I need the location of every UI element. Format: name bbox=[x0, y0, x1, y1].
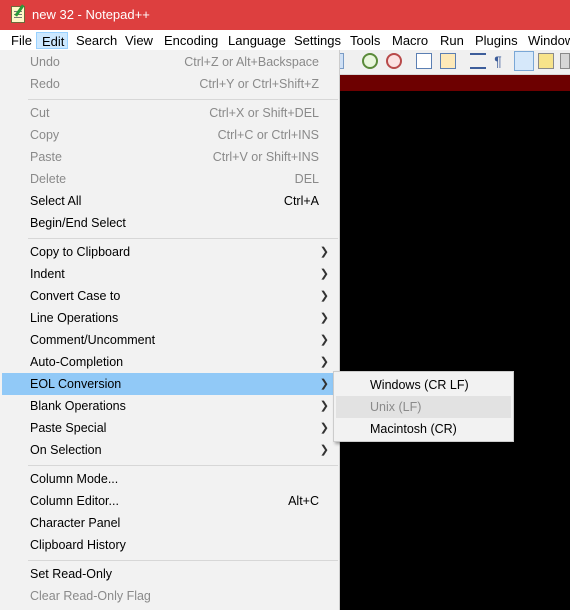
menu-language[interactable]: Language bbox=[228, 32, 286, 49]
chevron-right-icon: ❯ bbox=[319, 290, 329, 302]
document-map-icon[interactable] bbox=[538, 53, 554, 69]
menu-item-copy[interactable]: Copy Ctrl+C or Ctrl+INS bbox=[2, 124, 338, 146]
menu-view[interactable]: View bbox=[125, 32, 153, 49]
menu-item-convert-case[interactable]: Convert Case to ❯ bbox=[2, 285, 338, 307]
eol-conversion-submenu: Windows (CR LF) Unix (LF) Macintosh (CR) bbox=[333, 371, 514, 442]
menu-item-cut[interactable]: Cut Ctrl+X or Shift+DEL bbox=[2, 102, 338, 124]
chevron-right-icon: ❯ bbox=[319, 312, 329, 324]
chevron-right-icon: ❯ bbox=[319, 444, 329, 456]
tab-strip[interactable] bbox=[340, 75, 570, 91]
menu-item-clear-read-only-flag[interactable]: Clear Read-Only Flag bbox=[2, 585, 338, 607]
function-list-icon[interactable] bbox=[560, 53, 570, 69]
toolbar: ¶ bbox=[330, 50, 570, 75]
indent-guide-icon[interactable] bbox=[514, 51, 534, 71]
menu-item-indent[interactable]: Indent ❯ bbox=[2, 263, 338, 285]
menu-window[interactable]: Window bbox=[528, 32, 570, 49]
menu-file[interactable]: File bbox=[4, 32, 32, 49]
chevron-right-icon: ❯ bbox=[319, 422, 329, 434]
zoom-out-icon[interactable] bbox=[386, 53, 402, 69]
chevron-right-icon: ❯ bbox=[319, 268, 329, 280]
chevron-right-icon: ❯ bbox=[319, 356, 329, 368]
menu-item-copy-to-clipboard[interactable]: Copy to Clipboard ❯ bbox=[2, 241, 338, 263]
submenu-item-macintosh-cr[interactable]: Macintosh (CR) bbox=[336, 418, 511, 440]
zoom-in-icon[interactable] bbox=[362, 53, 378, 69]
word-wrap-icon[interactable] bbox=[470, 53, 486, 69]
menu-bar: File Edit Search View Encoding Language … bbox=[0, 30, 570, 50]
menu-item-auto-completion[interactable]: Auto-Completion ❯ bbox=[2, 351, 338, 373]
chevron-right-icon: ❯ bbox=[319, 334, 329, 346]
chevron-right-icon: ❯ bbox=[319, 400, 329, 412]
menu-run[interactable]: Run bbox=[440, 32, 464, 49]
menu-item-blank-operations[interactable]: Blank Operations ❯ bbox=[2, 395, 338, 417]
menu-separator bbox=[28, 99, 338, 100]
show-all-characters-icon[interactable]: ¶ bbox=[492, 53, 504, 69]
menu-separator bbox=[28, 238, 338, 239]
menu-separator bbox=[28, 465, 338, 466]
editor-area[interactable] bbox=[340, 91, 570, 610]
menu-item-redo[interactable]: Redo Ctrl+Y or Ctrl+Shift+Z bbox=[2, 73, 338, 95]
submenu-item-windows-crlf[interactable]: Windows (CR LF) bbox=[336, 374, 511, 396]
menu-tools[interactable]: Tools bbox=[350, 32, 380, 49]
menu-item-comment-uncomment[interactable]: Comment/Uncomment ❯ bbox=[2, 329, 338, 351]
menu-item-set-read-only[interactable]: Set Read-Only bbox=[2, 563, 338, 585]
menu-item-on-selection[interactable]: On Selection ❯ bbox=[2, 439, 338, 461]
chevron-right-icon: ❯ bbox=[319, 378, 329, 390]
edit-menu-dropdown: Undo Ctrl+Z or Alt+Backspace Redo Ctrl+Y… bbox=[0, 50, 340, 610]
window-title: new 32 - Notepad++ bbox=[32, 7, 150, 22]
menu-item-undo[interactable]: Undo Ctrl+Z or Alt+Backspace bbox=[2, 51, 338, 73]
menu-item-clipboard-history[interactable]: Clipboard History bbox=[2, 534, 338, 556]
menu-item-begin-end-select[interactable]: Begin/End Select bbox=[2, 212, 338, 234]
menu-macro[interactable]: Macro bbox=[392, 32, 428, 49]
submenu-item-unix-lf[interactable]: Unix (LF) bbox=[336, 396, 511, 418]
menu-plugins[interactable]: Plugins bbox=[475, 32, 518, 49]
menu-item-select-all[interactable]: Select All Ctrl+A bbox=[2, 190, 338, 212]
menu-edit[interactable]: Edit bbox=[36, 32, 68, 49]
title-bar: new 32 - Notepad++ bbox=[0, 0, 570, 30]
sync-horizontal-icon[interactable] bbox=[440, 53, 456, 69]
menu-search[interactable]: Search bbox=[76, 32, 117, 49]
menu-item-line-operations[interactable]: Line Operations ❯ bbox=[2, 307, 338, 329]
menu-encoding[interactable]: Encoding bbox=[164, 32, 218, 49]
chevron-right-icon: ❯ bbox=[319, 246, 329, 258]
notepad-app-icon[interactable] bbox=[11, 6, 25, 23]
menu-settings[interactable]: Settings bbox=[294, 32, 341, 49]
menu-item-paste-special[interactable]: Paste Special ❯ bbox=[2, 417, 338, 439]
menu-item-column-editor[interactable]: Column Editor... Alt+C bbox=[2, 490, 338, 512]
menu-item-paste[interactable]: Paste Ctrl+V or Shift+INS bbox=[2, 146, 338, 168]
menu-item-column-mode[interactable]: Column Mode... bbox=[2, 468, 338, 490]
menu-separator bbox=[28, 560, 338, 561]
menu-item-character-panel[interactable]: Character Panel bbox=[2, 512, 338, 534]
sync-vertical-icon[interactable] bbox=[416, 53, 432, 69]
menu-item-eol-conversion[interactable]: EOL Conversion ❯ bbox=[2, 373, 338, 395]
menu-item-delete[interactable]: Delete DEL bbox=[2, 168, 338, 190]
